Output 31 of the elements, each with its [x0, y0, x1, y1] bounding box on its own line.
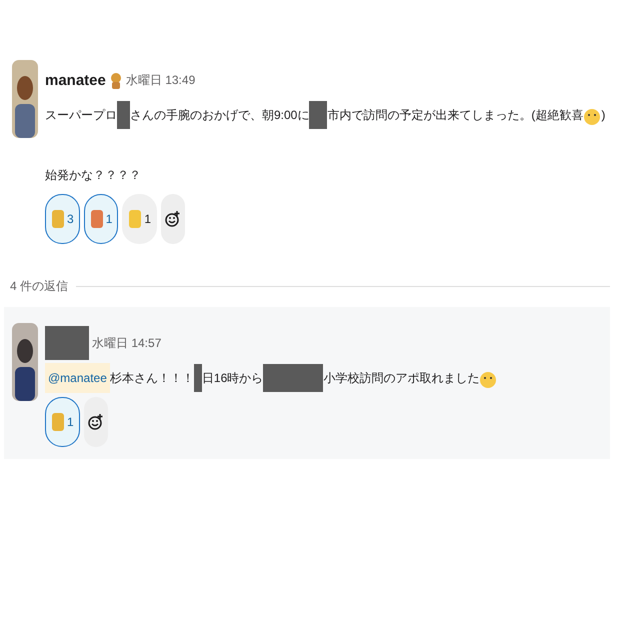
redaction-block — [263, 364, 324, 392]
message-text: 小学校訪問のアポ取れました — [323, 370, 480, 387]
message-text: 日16時から — [202, 370, 264, 387]
add-reaction-button[interactable] — [161, 194, 186, 244]
reaction-button[interactable]: 3 — [45, 194, 80, 244]
emoji-icon — [51, 411, 65, 433]
redaction-block — [194, 364, 202, 392]
reaction-button[interactable]: 1 — [45, 397, 80, 447]
emoji-icon — [128, 208, 142, 230]
add-emoji-icon — [165, 210, 182, 228]
message-text: 始発かな？？？？ — [45, 167, 141, 184]
redaction-block — [117, 101, 130, 129]
author-name[interactable]: manatee — [45, 72, 106, 88]
message-text: スーパープロ — [45, 107, 117, 124]
reaction-button[interactable]: 1 — [84, 194, 118, 244]
message-text: ) — [601, 107, 606, 124]
timestamp[interactable]: 水曜日 13:49 — [126, 72, 196, 88]
add-reaction-button[interactable] — [84, 397, 108, 447]
reaction-button[interactable]: 1 — [122, 194, 158, 244]
add-emoji-icon — [88, 413, 104, 431]
emoji-icon — [90, 208, 104, 230]
redaction-block — [309, 101, 328, 129]
status-emoji-icon — [108, 70, 123, 90]
message-text: 市内で訪問の予定が出来てしまった。(超絶歓喜 — [327, 107, 584, 124]
replies-count[interactable]: 4 件の返信 — [10, 278, 68, 295]
message-text: さんの手腕のおかげで、朝9:00に — [130, 107, 310, 124]
timestamp[interactable]: 水曜日 14:57 — [92, 334, 162, 352]
redaction-block — [45, 326, 89, 360]
message-text: 杉本さん！！！ — [110, 370, 194, 387]
emoji-icon — [51, 208, 65, 230]
mention-link[interactable]: @manatee — [45, 363, 110, 393]
